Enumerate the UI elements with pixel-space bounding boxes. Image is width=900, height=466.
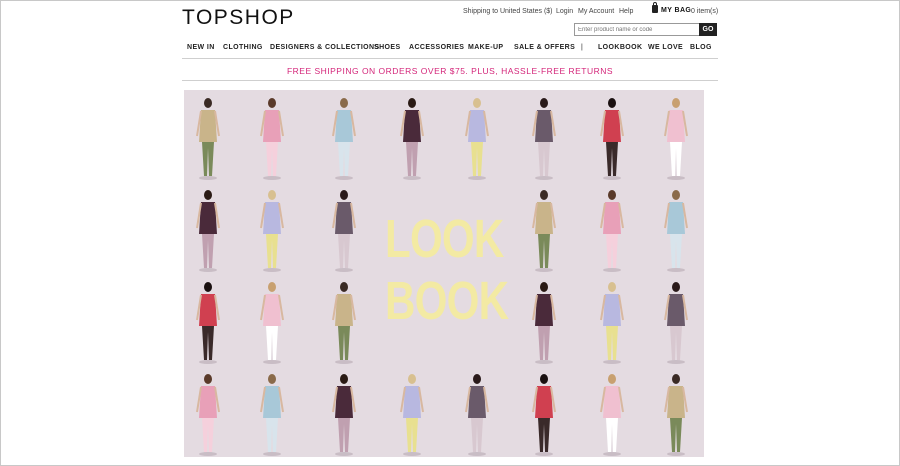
model-figure <box>260 282 284 364</box>
lookbook-title-line2: BOOK <box>385 271 509 331</box>
model-figure <box>260 374 284 456</box>
model-figure <box>196 282 220 364</box>
nav-separator: | <box>581 44 584 51</box>
model-figure <box>400 374 424 456</box>
model-figure <box>600 98 624 180</box>
help-link[interactable]: Help <box>619 8 633 15</box>
lookbook-title: LOOK BOOK <box>385 208 509 332</box>
promo-divider <box>182 80 718 81</box>
model-figure <box>664 190 688 272</box>
model-figure <box>332 374 356 456</box>
model-figure <box>260 190 284 272</box>
nav-sale-offers[interactable]: SALE & OFFERS <box>514 44 575 51</box>
model-figure <box>600 282 624 364</box>
nav-we-love[interactable]: WE LOVE <box>648 44 683 51</box>
model-figure <box>664 374 688 456</box>
model-figure <box>465 374 489 456</box>
model-figure <box>532 282 556 364</box>
nav-lookbook[interactable]: LOOKBOOK <box>598 44 642 51</box>
login-link[interactable]: Login <box>556 8 573 15</box>
nav-clothing[interactable]: CLOTHING <box>223 44 263 51</box>
model-figure <box>332 98 356 180</box>
search-input[interactable] <box>574 23 702 36</box>
model-figure <box>332 190 356 272</box>
model-figure <box>600 190 624 272</box>
my-bag-link[interactable]: MY BAG <box>661 7 691 14</box>
shipping-country-link[interactable]: Shipping to United States ($) <box>463 8 553 15</box>
model-figure <box>260 98 284 180</box>
model-figure <box>532 374 556 456</box>
model-figure <box>196 98 220 180</box>
nav-new-in[interactable]: NEW IN <box>187 44 215 51</box>
model-figure <box>400 98 424 180</box>
my-account-link[interactable]: My Account <box>578 8 614 15</box>
main-nav: NEW IN CLOTHING DESIGNERS & COLLECTIONS … <box>180 44 720 54</box>
model-figure <box>664 98 688 180</box>
nav-divider <box>182 58 718 59</box>
nav-shoes[interactable]: SHOES <box>374 44 401 51</box>
model-figure <box>465 98 489 180</box>
model-figure <box>332 282 356 364</box>
model-figure <box>196 190 220 272</box>
model-figure <box>600 374 624 456</box>
shopping-bag-icon[interactable] <box>652 2 658 13</box>
model-figure <box>532 190 556 272</box>
nav-blog[interactable]: BLOG <box>690 44 712 51</box>
topshop-logo[interactable]: TOPSHOP <box>182 6 295 30</box>
nav-make-up[interactable]: MAKE-UP <box>468 44 503 51</box>
free-shipping-banner[interactable]: FREE SHIPPING ON ORDERS OVER $75. PLUS, … <box>182 66 718 76</box>
model-figure <box>532 98 556 180</box>
nav-accessories[interactable]: ACCESSORIES <box>409 44 464 51</box>
bag-count: 0 item(s) <box>691 8 719 15</box>
model-figure <box>664 282 688 364</box>
nav-designers-collections[interactable]: DESIGNERS & COLLECTIONS <box>270 44 380 51</box>
model-figure <box>196 374 220 456</box>
search-go-button[interactable]: GO <box>699 23 717 36</box>
lookbook-title-line1: LOOK <box>385 209 504 269</box>
